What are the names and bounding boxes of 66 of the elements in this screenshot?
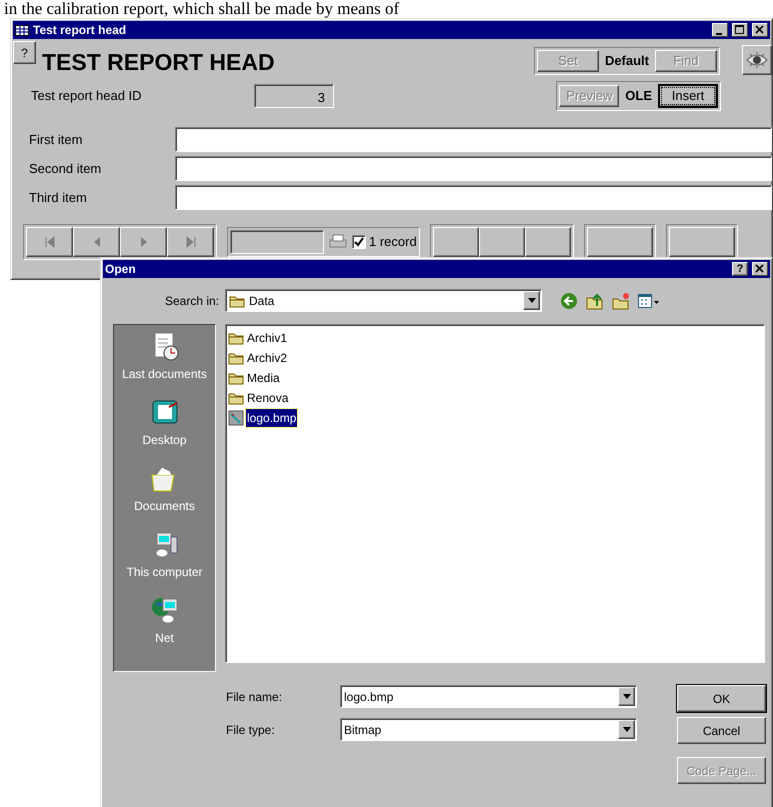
eye-icon [746, 52, 768, 68]
nav-button[interactable] [167, 227, 214, 257]
file-name-dropdown[interactable]: logo.bmp [340, 685, 637, 708]
field-label: File type: [226, 722, 276, 738]
new-folder-icon[interactable] [612, 292, 630, 310]
form-heading: TEST REPORT HEAD [42, 49, 275, 75]
field-label: Second item [29, 160, 102, 178]
field-label: Third item [29, 188, 88, 207]
text-field[interactable] [175, 127, 772, 152]
search-in-label: Search in: [164, 292, 219, 310]
record-button[interactable] [478, 227, 525, 257]
text-field[interactable] [175, 185, 772, 210]
dialog-button[interactable]: OK [677, 685, 766, 712]
dialog-button[interactable]: Cancel [677, 717, 766, 744]
file-name[interactable]: Media [246, 369, 281, 387]
toolbar-button[interactable]: Insert [658, 84, 718, 108]
view-menu-icon[interactable] [638, 292, 660, 308]
search-in-dropdown[interactable]: Data [225, 289, 542, 312]
field-value: logo.bmp [344, 688, 394, 706]
window-title: Test report head [33, 22, 128, 39]
file-name[interactable]: Renova [246, 389, 290, 407]
checkbox-label: 1 record [369, 233, 417, 252]
back-icon[interactable] [560, 292, 578, 310]
place-label[interactable]: This computer [126, 563, 203, 581]
place-label[interactable]: Net [155, 629, 174, 647]
nav-button[interactable] [26, 227, 73, 257]
record-button[interactable] [524, 227, 571, 257]
dropdown-arrow-icon [622, 694, 630, 699]
field-label: First item [29, 130, 84, 149]
id-field[interactable]: 3 [254, 84, 334, 108]
file-type-dropdown[interactable]: Bitmap [340, 718, 637, 741]
field-label: File name: [226, 688, 284, 706]
dropdown-arrow-icon [528, 298, 536, 303]
last-icon [184, 235, 198, 249]
close-icon[interactable] [752, 262, 768, 276]
file-name[interactable]: Archiv1 [246, 329, 288, 347]
field-label: Test report head ID [31, 87, 143, 106]
text-field[interactable] [175, 156, 772, 181]
eye-button[interactable] [742, 45, 772, 75]
field-value: Bitmap [344, 722, 382, 738]
up-folder-icon[interactable] [586, 292, 604, 310]
close-icon[interactable] [752, 23, 768, 37]
dropdown-arrow-icon [622, 727, 630, 732]
dialog-title: Open [105, 261, 137, 278]
place-label[interactable]: Documents [134, 497, 195, 515]
document-text: in the calibration report, which shall be made by means of [3, 0, 400, 17]
file-name[interactable]: logo.bmp [246, 409, 298, 427]
preview-dropdown[interactable] [230, 230, 324, 254]
mode-label: OLE [624, 87, 653, 106]
folder-name: Data [249, 292, 276, 310]
help-button[interactable]: ? [732, 262, 748, 276]
mode-label: Default [604, 52, 650, 70]
minimize-icon[interactable] [712, 23, 728, 37]
nav-button[interactable] [73, 227, 120, 257]
file-name[interactable]: Archiv2 [246, 349, 288, 367]
maximize-icon[interactable] [732, 23, 748, 37]
check-icon [354, 237, 364, 247]
checkbox[interactable] [352, 235, 366, 249]
help-button[interactable]: ? [13, 41, 36, 64]
nav-button[interactable] [120, 227, 167, 257]
place-label[interactable]: Desktop [142, 431, 187, 449]
place-label[interactable]: Last documents [122, 365, 207, 383]
record-button[interactable] [432, 227, 479, 257]
image-file-icon [228, 410, 244, 426]
first-icon [42, 235, 56, 249]
printer-icon [328, 234, 348, 250]
